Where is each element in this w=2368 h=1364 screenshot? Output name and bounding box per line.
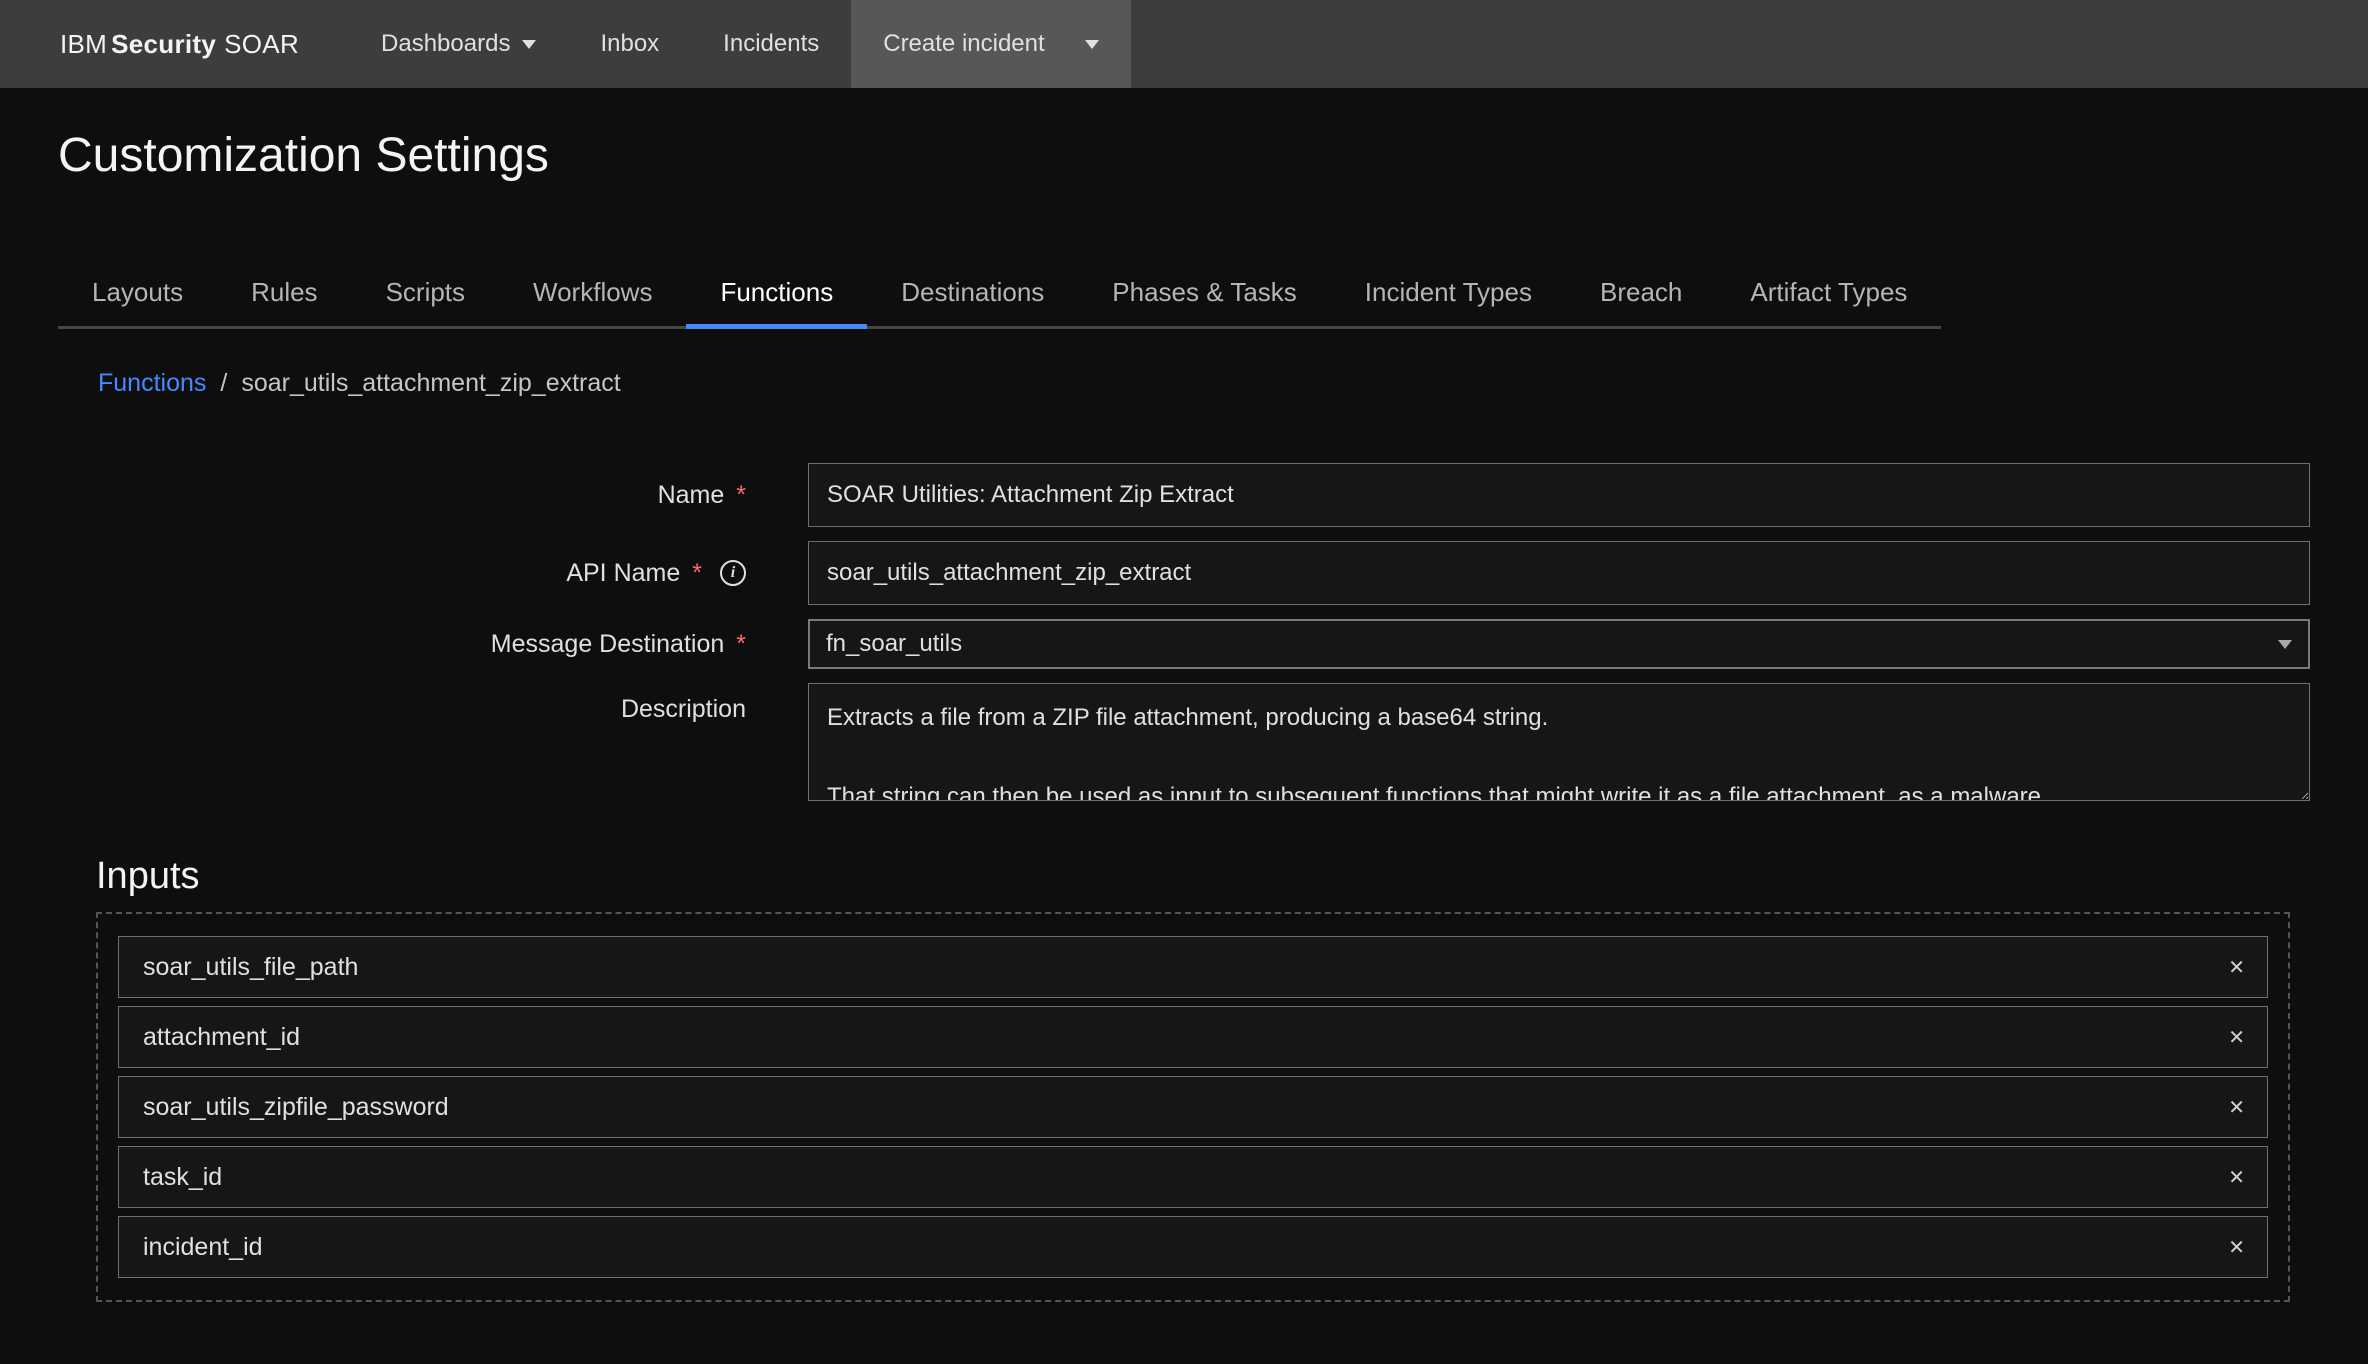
brand-logo: IBM Security SOAR	[60, 0, 299, 88]
info-icon[interactable]: i	[720, 560, 746, 586]
label-description-text: Description	[621, 695, 746, 724]
nav-create-incident[interactable]: Create incident	[851, 0, 1130, 88]
nav-dashboards[interactable]: Dashboards	[349, 0, 568, 88]
breadcrumb: Functions / soar_utils_attachment_zip_ex…	[58, 369, 2310, 398]
label-name: Name *	[58, 481, 758, 510]
required-star-icon: *	[736, 630, 746, 659]
nav-incidents-label: Incidents	[723, 30, 819, 58]
message-destination-value: fn_soar_utils	[826, 630, 962, 658]
input-chip-label: incident_id	[143, 1233, 263, 1262]
chevron-down-icon	[1085, 40, 1099, 49]
tab-rules[interactable]: Rules	[217, 263, 351, 329]
tab-layouts[interactable]: Layouts	[58, 263, 217, 329]
chevron-down-icon	[522, 40, 536, 49]
nav-inbox[interactable]: Inbox	[568, 0, 691, 88]
tab-destinations[interactable]: Destinations	[867, 263, 1078, 329]
nav-incidents[interactable]: Incidents	[691, 0, 851, 88]
inputs-dropzone[interactable]: soar_utils_file_path ✕ attachment_id ✕ s…	[96, 912, 2290, 1302]
label-api-name: API Name * i	[58, 559, 758, 588]
page-body: Customization Settings Layouts Rules Scr…	[0, 88, 2368, 1362]
close-icon[interactable]: ✕	[2226, 1231, 2247, 1264]
close-icon[interactable]: ✕	[2226, 1091, 2247, 1124]
row-description: Description	[58, 683, 2310, 807]
brand-bold: Security	[111, 29, 216, 60]
tab-phases-tasks[interactable]: Phases & Tasks	[1078, 263, 1331, 329]
brand-prefix: IBM	[60, 29, 107, 60]
input-chip[interactable]: soar_utils_zipfile_password ✕	[118, 1076, 2268, 1138]
inputs-section: Inputs soar_utils_file_path ✕ attachment…	[58, 855, 2310, 1302]
required-star-icon: *	[692, 559, 702, 588]
input-chip[interactable]: soar_utils_file_path ✕	[118, 936, 2268, 998]
row-message-destination: Message Destination * fn_soar_utils	[58, 619, 2310, 669]
top-nav-bar: IBM Security SOAR Dashboards Inbox Incid…	[0, 0, 2368, 88]
label-description: Description	[58, 683, 758, 724]
close-icon[interactable]: ✕	[2226, 1021, 2247, 1054]
tab-functions[interactable]: Functions	[686, 263, 867, 329]
input-chip-label: soar_utils_zipfile_password	[143, 1093, 449, 1122]
chevron-down-icon	[2278, 640, 2292, 649]
input-chip[interactable]: incident_id ✕	[118, 1216, 2268, 1278]
label-name-text: Name	[658, 481, 725, 510]
name-input[interactable]	[808, 463, 2310, 527]
function-form: Name * API Name * i Message Destination …	[58, 463, 2310, 807]
page-title: Customization Settings	[58, 128, 2310, 183]
tab-workflows[interactable]: Workflows	[499, 263, 686, 329]
settings-tabs: Layouts Rules Scripts Workflows Function…	[58, 263, 2310, 329]
brand-suffix: SOAR	[224, 29, 299, 60]
close-icon[interactable]: ✕	[2226, 1161, 2247, 1194]
input-chip[interactable]: task_id ✕	[118, 1146, 2268, 1208]
tab-breach[interactable]: Breach	[1566, 263, 1716, 329]
label-api-name-text: API Name	[566, 559, 680, 588]
row-name: Name *	[58, 463, 2310, 527]
breadcrumb-separator: /	[220, 369, 227, 398]
required-star-icon: *	[736, 481, 746, 510]
label-message-destination-text: Message Destination	[491, 630, 724, 659]
inputs-heading: Inputs	[58, 855, 2310, 898]
nav-inbox-label: Inbox	[600, 30, 659, 58]
input-chip-label: soar_utils_file_path	[143, 953, 358, 982]
api-name-input[interactable]	[808, 541, 2310, 605]
close-icon[interactable]: ✕	[2226, 951, 2247, 984]
tab-incident-types[interactable]: Incident Types	[1331, 263, 1566, 329]
input-chip[interactable]: attachment_id ✕	[118, 1006, 2268, 1068]
tab-artifact-types[interactable]: Artifact Types	[1716, 263, 1941, 329]
input-chip-label: attachment_id	[143, 1023, 300, 1052]
row-api-name: API Name * i	[58, 541, 2310, 605]
label-message-destination: Message Destination *	[58, 630, 758, 659]
nav-create-incident-label: Create incident	[883, 30, 1044, 58]
input-chip-label: task_id	[143, 1163, 222, 1192]
breadcrumb-root-link[interactable]: Functions	[98, 369, 206, 398]
tab-scripts[interactable]: Scripts	[352, 263, 499, 329]
description-textarea[interactable]	[808, 683, 2310, 801]
nav-dashboards-label: Dashboards	[381, 30, 510, 58]
message-destination-select[interactable]: fn_soar_utils	[808, 619, 2310, 669]
breadcrumb-leaf: soar_utils_attachment_zip_extract	[241, 369, 620, 398]
